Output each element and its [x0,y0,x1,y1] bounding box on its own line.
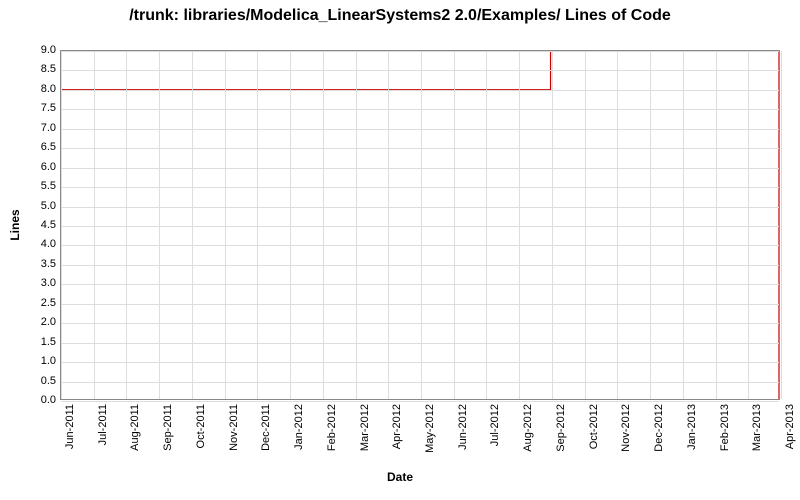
x-tick-label: Nov-2011 [228,404,240,464]
grid-line-v [486,51,487,399]
grid-line-v [94,51,95,399]
grid-line-h [61,70,779,71]
x-tick-label: Dec-2012 [653,404,665,464]
grid-line-h [61,382,779,383]
x-tick-label: Jun-2011 [64,404,76,464]
x-tick-label: May-2012 [424,404,436,464]
x-tick-label: Dec-2011 [260,404,272,464]
y-tick-label: 3.5 [6,258,56,270]
grid-line-h [61,265,779,266]
grid-line-h [61,148,779,149]
y-tick-label: 4.5 [6,219,56,231]
grid-line-h [61,109,779,110]
x-tick-label: Feb-2012 [326,404,338,464]
plot-area [60,50,780,400]
grid-line-v [126,51,127,399]
grid-line-h [61,51,779,52]
x-tick-label: Oct-2012 [588,404,600,464]
x-axis-label: Date [0,470,800,484]
grid-line-v [781,51,782,399]
data-line [61,51,779,399]
x-tick-label: Jan-2012 [293,404,305,464]
y-tick-label: 4.0 [6,238,56,250]
grid-line-h [61,245,779,246]
y-tick-label: 6.5 [6,141,56,153]
y-tick-label: 5.5 [6,180,56,192]
grid-line-v [519,51,520,399]
grid-line-h [61,168,779,169]
x-tick-label: Jul-2011 [97,404,109,464]
grid-line-h [61,343,779,344]
grid-line-v [192,51,193,399]
x-tick-label: Sep-2011 [162,404,174,464]
grid-line-h [61,323,779,324]
x-tick-label: Nov-2012 [620,404,632,464]
x-tick-label: Aug-2011 [129,404,141,464]
y-tick-label: 1.0 [6,355,56,367]
grid-line-h [61,207,779,208]
grid-line-h [61,187,779,188]
grid-line-v [421,51,422,399]
grid-line-h [61,401,779,402]
x-tick-label: Aug-2012 [522,404,534,464]
grid-line-h [61,284,779,285]
y-tick-label: 0.0 [6,394,56,406]
grid-line-v [748,51,749,399]
x-tick-label: Oct-2011 [195,404,207,464]
grid-line-h [61,129,779,130]
grid-line-v [356,51,357,399]
y-tick-label: 0.5 [6,375,56,387]
grid-line-v [61,51,62,399]
grid-line-v [454,51,455,399]
grid-line-v [257,51,258,399]
y-tick-label: 1.5 [6,336,56,348]
y-tick-label: 8.0 [6,83,56,95]
x-tick-label: Jul-2012 [489,404,501,464]
x-tick-label: Sep-2012 [555,404,567,464]
grid-line-v [388,51,389,399]
y-tick-label: 9.0 [6,44,56,56]
grid-line-v [650,51,651,399]
grid-line-v [683,51,684,399]
x-tick-label: Jan-2013 [686,404,698,464]
x-tick-label: Feb-2013 [719,404,731,464]
y-tick-label: 8.5 [6,63,56,75]
grid-line-v [225,51,226,399]
grid-line-v [159,51,160,399]
x-tick-label: Mar-2012 [359,404,371,464]
y-tick-label: 7.5 [6,102,56,114]
grid-line-v [552,51,553,399]
grid-line-v [323,51,324,399]
x-tick-label: Apr-2013 [784,404,796,464]
y-tick-label: 2.0 [6,316,56,328]
grid-line-h [61,226,779,227]
grid-line-v [617,51,618,399]
x-tick-label: Mar-2013 [751,404,763,464]
grid-line-v [716,51,717,399]
y-tick-label: 3.0 [6,277,56,289]
y-tick-label: 7.0 [6,122,56,134]
y-tick-label: 5.0 [6,200,56,212]
y-tick-label: 2.5 [6,297,56,309]
grid-line-v [585,51,586,399]
x-tick-label: Jun-2012 [457,404,469,464]
y-tick-label: 6.0 [6,161,56,173]
grid-line-v [290,51,291,399]
x-tick-label: Apr-2012 [391,404,403,464]
chart-title: /trunk: libraries/Modelica_LinearSystems… [0,0,800,25]
grid-line-h [61,362,779,363]
grid-line-h [61,90,779,91]
chart-container: /trunk: libraries/Modelica_LinearSystems… [0,0,800,500]
grid-line-h [61,304,779,305]
